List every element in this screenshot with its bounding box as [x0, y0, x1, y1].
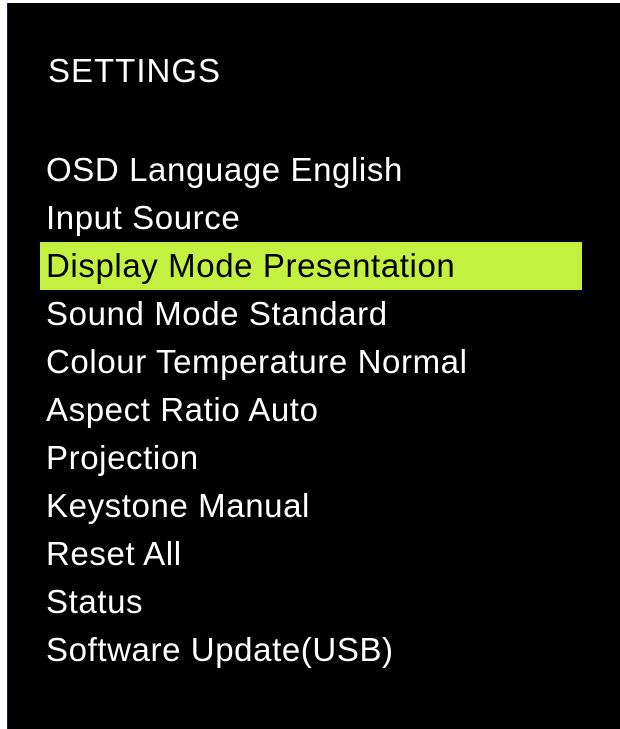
menu-item-projection[interactable]: Projection: [40, 434, 582, 482]
settings-list: OSD Language English Input Source Displa…: [40, 146, 582, 674]
menu-item-keystone[interactable]: Keystone Manual: [40, 482, 582, 530]
menu-title: SETTINGS: [48, 52, 222, 89]
osd-settings-menu: SETTINGS OSD Language English Input Sour…: [7, 3, 620, 729]
menu-item-osd-language[interactable]: OSD Language English: [40, 146, 582, 194]
menu-item-colour-temperature[interactable]: Colour Temperature Normal: [40, 338, 582, 386]
menu-item-sound-mode[interactable]: Sound Mode Standard: [40, 290, 582, 338]
menu-item-reset-all[interactable]: Reset All: [40, 530, 582, 578]
menu-item-display-mode[interactable]: Display Mode Presentation: [40, 242, 582, 290]
menu-item-software-update[interactable]: Software Update(USB): [40, 626, 582, 674]
menu-item-aspect-ratio[interactable]: Aspect Ratio Auto: [40, 386, 582, 434]
menu-item-input-source[interactable]: Input Source: [40, 194, 582, 242]
menu-item-status[interactable]: Status: [40, 578, 582, 626]
